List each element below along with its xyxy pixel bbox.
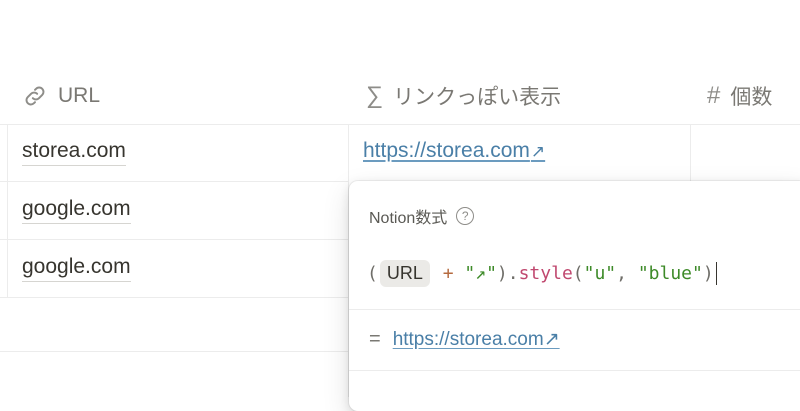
formula-token: (: [572, 262, 584, 284]
hash-icon: #: [707, 82, 721, 109]
popup-divider: [349, 309, 800, 310]
row-divider: [0, 297, 349, 298]
column-header-label: URL: [58, 84, 101, 107]
popup-title-text: Notion数式: [369, 210, 448, 227]
help-icon[interactable]: ?: [456, 207, 475, 225]
column-header-label: リンクっぽい表示: [393, 86, 562, 109]
formula-token: ,: [616, 262, 638, 284]
formula-editor-popup: Notion数式 ? ( URL + "↗" ). style ( "u" , …: [349, 181, 800, 411]
formula-string: "blue": [637, 262, 703, 284]
formula-string: "↗": [464, 262, 497, 284]
text-caret: [715, 261, 718, 285]
popup-divider: [349, 370, 800, 371]
formula-string: "u": [583, 262, 617, 284]
sigma-icon: ∑: [366, 82, 384, 109]
url-cell[interactable]: storea.com: [22, 138, 126, 166]
url-cell[interactable]: google.com: [22, 196, 131, 224]
formula-function: style: [518, 262, 573, 284]
row-divider: [0, 181, 349, 182]
formula-operator: +: [442, 262, 454, 284]
formula-token: (: [367, 262, 378, 284]
row-divider: [0, 124, 800, 125]
column-header-count[interactable]: # 個数: [707, 76, 772, 116]
result-link[interactable]: https://storea.com↗: [393, 328, 560, 351]
link-icon: [22, 83, 48, 109]
formula-cell-text: https://storea.com: [363, 139, 530, 162]
external-arrow-icon: ↗: [530, 142, 546, 161]
column-divider: [690, 124, 691, 181]
result-equals: =: [369, 328, 381, 350]
column-header-url[interactable]: URL: [22, 76, 100, 116]
row-divider: [0, 239, 349, 240]
formula-token: ): [702, 262, 714, 284]
property-chip[interactable]: URL: [379, 259, 430, 287]
column-header-link-display[interactable]: ∑ リンクっぽい表示: [366, 76, 561, 116]
column-header-label: 個数: [730, 86, 773, 109]
formula-result: = https://storea.com↗: [369, 328, 560, 351]
formula-input[interactable]: ( URL + "↗" ). style ( "u" , "blue" ): [367, 257, 718, 289]
formula-cell-link[interactable]: https://storea.com↗: [363, 138, 545, 165]
url-cell[interactable]: google.com: [22, 254, 131, 282]
popup-title: Notion数式 ?: [369, 204, 475, 228]
row-divider: [0, 351, 349, 352]
column-divider: [7, 124, 8, 297]
formula-token: ).: [496, 262, 519, 284]
